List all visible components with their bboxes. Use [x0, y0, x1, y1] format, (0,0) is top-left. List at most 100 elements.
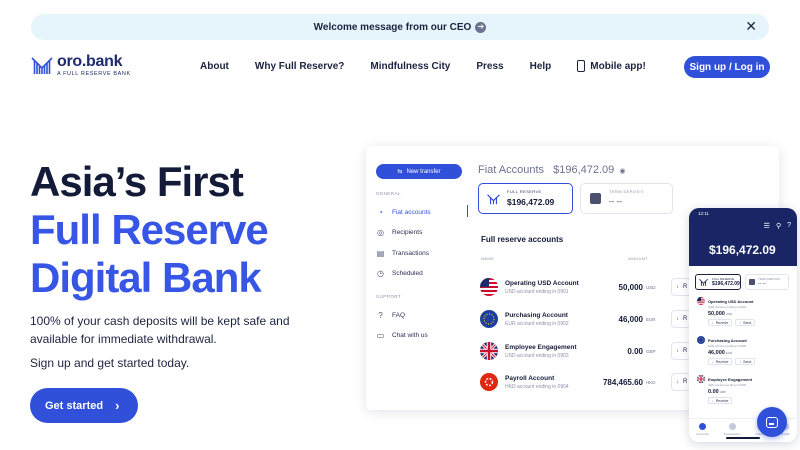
us-flag-icon [480, 278, 498, 296]
phone-total-amount: $196,472.09 [709, 243, 776, 257]
receive-button: ↓ R [671, 342, 691, 360]
banner-text[interactable]: Welcome message from our CEO [314, 22, 472, 33]
close-icon[interactable]: ✕ [745, 19, 757, 33]
sidebar-item-label: Transactions [392, 249, 429, 257]
us-flag-icon [697, 297, 705, 305]
nav-mobile-app[interactable]: Mobile app! [577, 60, 646, 72]
new-transfer-button: ⇆ New transfer [376, 164, 462, 179]
recipients-icon: ◎ [377, 228, 384, 238]
chat-launcher-button[interactable] [757, 407, 787, 437]
phone-nav-transactions: Transactions [723, 423, 741, 442]
account-currency: HKD [646, 379, 656, 385]
phone-account-currency: EUR [725, 351, 733, 355]
phone-account-number: EUR account ending in 0902 [708, 344, 747, 348]
phone-account-amount: 0.00 [708, 389, 719, 395]
arrow-right-circle-icon[interactable]: ➔ [475, 21, 487, 33]
account-amount: 50,000 [618, 282, 643, 292]
account-row-gbp: Employee Engagement USD account ending i… [480, 341, 693, 361]
term-deposit-label: TERM DEPOSIT [609, 189, 644, 194]
account-number: HKD account ending in 0904 [505, 383, 569, 390]
sidebar-item-label: FAQ [392, 311, 406, 319]
phone-account-name: Operating USD Account [708, 298, 754, 304]
phone-receive-button: ↓ Receive [708, 358, 733, 365]
account-row-usd: Operating USD Account USD account ending… [480, 277, 693, 297]
home-indicator [726, 437, 760, 439]
transactions-icon [728, 423, 736, 430]
phone-send-button: ↑ Send [735, 319, 756, 326]
main-nav: About Why Full Reserve? Mindfulness City… [200, 60, 672, 72]
accounts-table-header: NAME AMOUNT [481, 256, 648, 261]
app-sidebar: ⇆ New transfer GENERAL ◔ Fiat accounts ◎… [376, 164, 468, 346]
nav-mobile-label: Mobile app! [590, 60, 646, 72]
account-amount: 0.00 [627, 346, 643, 356]
sidebar-item-fiat-accounts: ◔ Fiat accounts [376, 202, 468, 223]
phone-account-currency: GBP [719, 390, 727, 394]
logo[interactable]: oro.bank A FULL RESERVE BANK [31, 54, 131, 77]
account-amount: 46,000 [618, 314, 643, 324]
account-row-eur: Purchasing Account EUR account ending in… [480, 309, 693, 329]
phone-full-reserve-amount: $196,472.09 [712, 281, 740, 287]
announcement-banner[interactable]: Welcome message from our CEO ➔ ✕ [31, 14, 769, 40]
phone-header: 12:11 ☰ ⚲ ? $196,472.09 [689, 208, 797, 266]
sidebar-heading-support: SUPPORT [376, 294, 402, 299]
sidebar-item-label: Scheduled [392, 270, 423, 278]
account-currency: GBP [646, 348, 656, 354]
document-icon: ▤ [376, 248, 385, 258]
full-reserve-amount: $196,472.09 [507, 197, 555, 207]
account-name: Operating USD Account [505, 279, 579, 287]
get-started-button[interactable]: Get started › [30, 388, 138, 423]
column-name: NAME [481, 256, 495, 261]
phone-full-reserve-card: FULL RESERVE $196,472.09 [695, 274, 741, 290]
sidebar-item-faq: ? FAQ [376, 305, 466, 326]
phone-account-currency: USD [725, 312, 733, 316]
sidebar-item-label: Recipients [392, 229, 423, 237]
receive-button: ↓ R [671, 373, 691, 391]
sidebar-item-recipients: ◎ Recipients [376, 223, 466, 244]
phone-account-amount: 46,000 [708, 350, 725, 356]
account-number: EUR account ending in 0902 [505, 320, 569, 327]
receive-button: ↓ R [671, 310, 691, 328]
uk-flag-icon [480, 342, 498, 360]
term-deposit-icon [749, 279, 755, 285]
account-currency: USD [646, 284, 656, 290]
account-name: Payroll Account [505, 374, 555, 382]
nav-why-full-reserve[interactable]: Why Full Reserve? [255, 61, 344, 72]
phone-cards: FULL RESERVE $196,472.09 TERM DEPOSIT --… [689, 266, 797, 290]
hero-title-line2: Full Reserve [30, 206, 269, 253]
eu-flag-icon [697, 336, 705, 344]
nav-mindfulness-city[interactable]: Mindfulness City [370, 61, 450, 72]
nav-help[interactable]: Help [530, 61, 552, 72]
phone-receive-button: ↓ Receive [708, 319, 733, 326]
column-amount: AMOUNT [628, 256, 648, 261]
signup-login-button[interactable]: Sign up / Log in [684, 56, 770, 78]
accounts-icon [699, 423, 707, 430]
term-deposit-card: TERM DEPOSIT -- -- [580, 183, 673, 214]
hk-flag-icon [480, 373, 498, 391]
term-deposit-amount: -- -- [609, 197, 622, 206]
hero-subtitle-2: Sign up and get started today. [30, 356, 190, 370]
fiat-accounts-title: Fiat Accounts [478, 164, 545, 176]
fiat-accounts-header: Fiat Accounts $196,472.09 ◉ [478, 164, 625, 176]
phone-send-button: ↑ Send [735, 358, 756, 365]
menu-icon: ☰ [763, 223, 770, 230]
phone-account-amount: 50,000 [708, 311, 725, 317]
phone-account-number: USD account ending in 0901 [708, 305, 747, 309]
hero-subtitle: 100% of your cash deposits will be kept … [30, 314, 290, 346]
uk-flag-icon [697, 375, 705, 383]
sidebar-item-transactions: ▤ Transactions [376, 243, 466, 264]
phone-header-icons: ☰ ⚲ ? [764, 222, 791, 230]
new-transfer-label: New transfer [406, 168, 441, 175]
pie-chart-icon: ◔ [378, 207, 383, 217]
nav-press[interactable]: Press [476, 61, 503, 72]
bank-logo-icon [487, 194, 500, 205]
full-reserve-card: FULL RESERVE $196,472.09 [478, 183, 573, 214]
logo-tagline: A FULL RESERVE BANK [57, 71, 131, 77]
mobile-app-preview: 12:11 ☰ ⚲ ? $196,472.09 FULL RESERVE $19… [689, 208, 797, 442]
logo-name: oro.bank [57, 53, 123, 70]
hero-title: Asia’s First Full Reserve Digital Bank [30, 158, 269, 302]
eu-flag-icon [480, 310, 498, 328]
eye-icon: ◉ [619, 168, 626, 175]
help-icon: ? [787, 222, 791, 229]
sidebar-heading-general: GENERAL [376, 191, 402, 196]
nav-about[interactable]: About [200, 61, 229, 72]
